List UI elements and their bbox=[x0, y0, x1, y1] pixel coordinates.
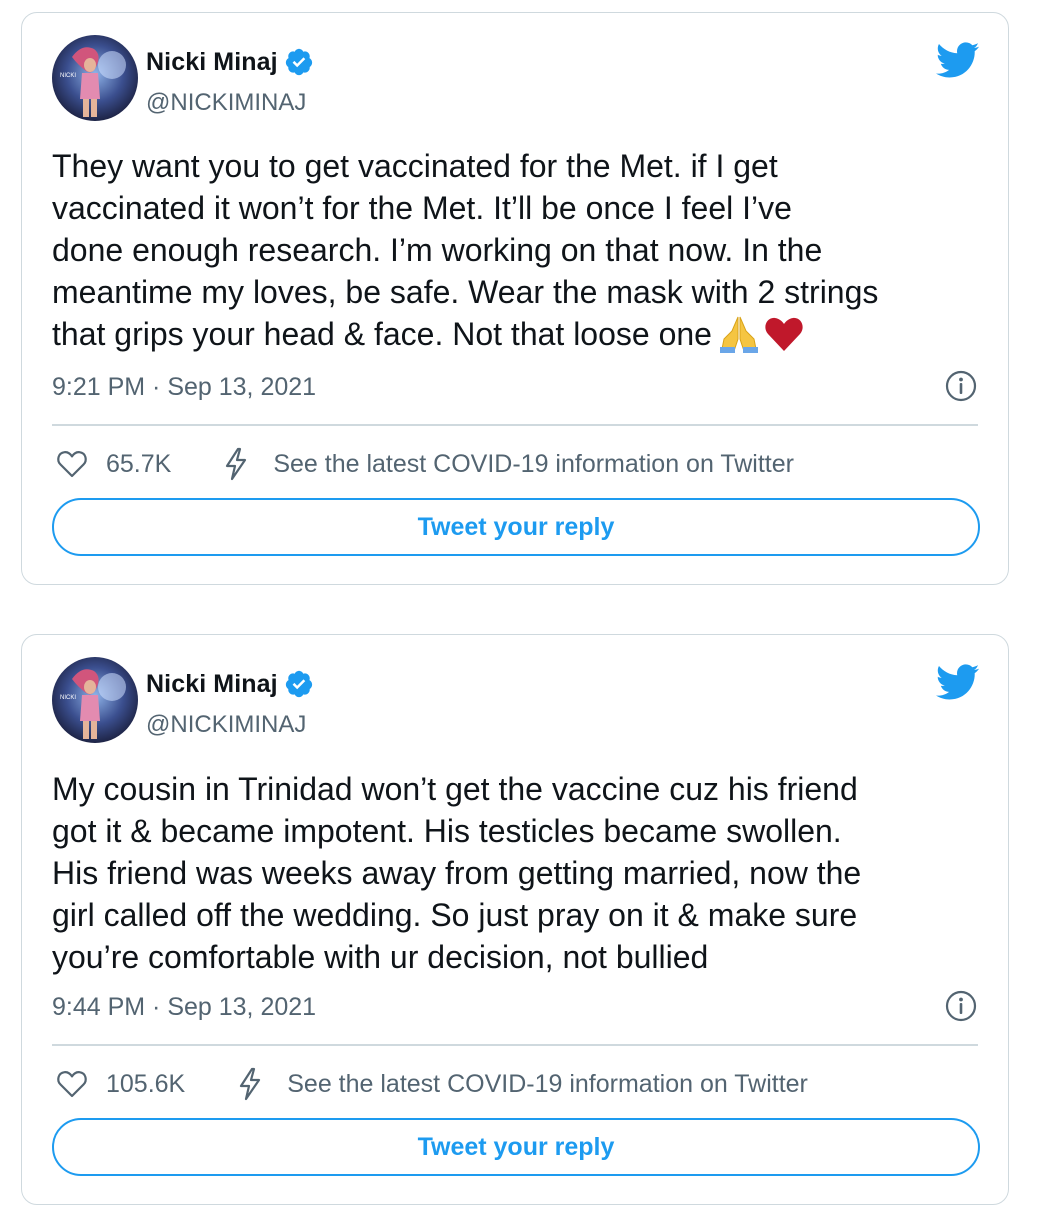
tweet-timestamp-row: 9:21 PM · Sep 13, 2021 bbox=[52, 370, 982, 402]
twitter-bird-icon[interactable] bbox=[934, 41, 980, 79]
twitter-bird-icon[interactable] bbox=[934, 663, 980, 701]
tweet-reply-button[interactable]: Tweet your reply bbox=[52, 1118, 980, 1176]
verified-badge-icon bbox=[284, 669, 314, 699]
divider bbox=[52, 424, 978, 426]
like-count[interactable]: 105.6K bbox=[106, 1070, 185, 1099]
tweet-text: My cousin in Trinidad won’t get the vacc… bbox=[52, 771, 862, 975]
avatar[interactable]: NICKI bbox=[52, 35, 138, 121]
red-heart-emoji bbox=[764, 316, 804, 362]
lightning-bolt-icon bbox=[237, 1067, 263, 1101]
verified-badge-icon bbox=[284, 47, 314, 77]
like-count[interactable]: 65.7K bbox=[106, 450, 171, 479]
tweet-card[interactable]: NICKI Nicki Minaj @NICKIMINAJ My cousin … bbox=[21, 634, 1009, 1205]
author-handle[interactable]: @NICKIMINAJ bbox=[146, 711, 306, 739]
tweet-card[interactable]: NICKI Nicki Minaj @NICKIMINAJ They want … bbox=[21, 12, 1009, 585]
tweet-timestamp[interactable]: 9:44 PM · Sep 13, 2021 bbox=[52, 993, 316, 1021]
info-circle-icon[interactable] bbox=[944, 369, 978, 403]
covid-info-link[interactable]: See the latest COVID-19 information on T… bbox=[287, 1070, 808, 1099]
lightning-bolt-icon bbox=[223, 447, 249, 481]
tweet-actions: 105.6K See the latest COVID-19 informati… bbox=[56, 1067, 982, 1101]
author-name[interactable]: Nicki Minaj bbox=[146, 670, 278, 699]
tweet-timestamp-row: 9:44 PM · Sep 13, 2021 bbox=[52, 990, 982, 1022]
heart-outline-icon[interactable] bbox=[56, 1069, 88, 1099]
info-circle-icon[interactable] bbox=[944, 989, 978, 1023]
heart-outline-icon[interactable] bbox=[56, 449, 88, 479]
tweet-text: They want you to get vaccinated for the … bbox=[52, 145, 982, 363]
avatar[interactable]: NICKI bbox=[52, 657, 138, 743]
covid-info-link[interactable]: See the latest COVID-19 information on T… bbox=[273, 450, 794, 479]
folded-hands-emoji bbox=[718, 315, 760, 363]
divider bbox=[52, 1044, 978, 1046]
tweet-timestamp[interactable]: 9:21 PM · Sep 13, 2021 bbox=[52, 373, 316, 401]
author-handle[interactable]: @NICKIMINAJ bbox=[146, 89, 306, 117]
svg-text:NICKI: NICKI bbox=[60, 695, 76, 701]
svg-text:NICKI: NICKI bbox=[60, 73, 76, 79]
tweet-actions: 65.7K See the latest COVID-19 informatio… bbox=[56, 447, 982, 481]
author-name[interactable]: Nicki Minaj bbox=[146, 48, 278, 77]
tweet-reply-button[interactable]: Tweet your reply bbox=[52, 498, 980, 556]
